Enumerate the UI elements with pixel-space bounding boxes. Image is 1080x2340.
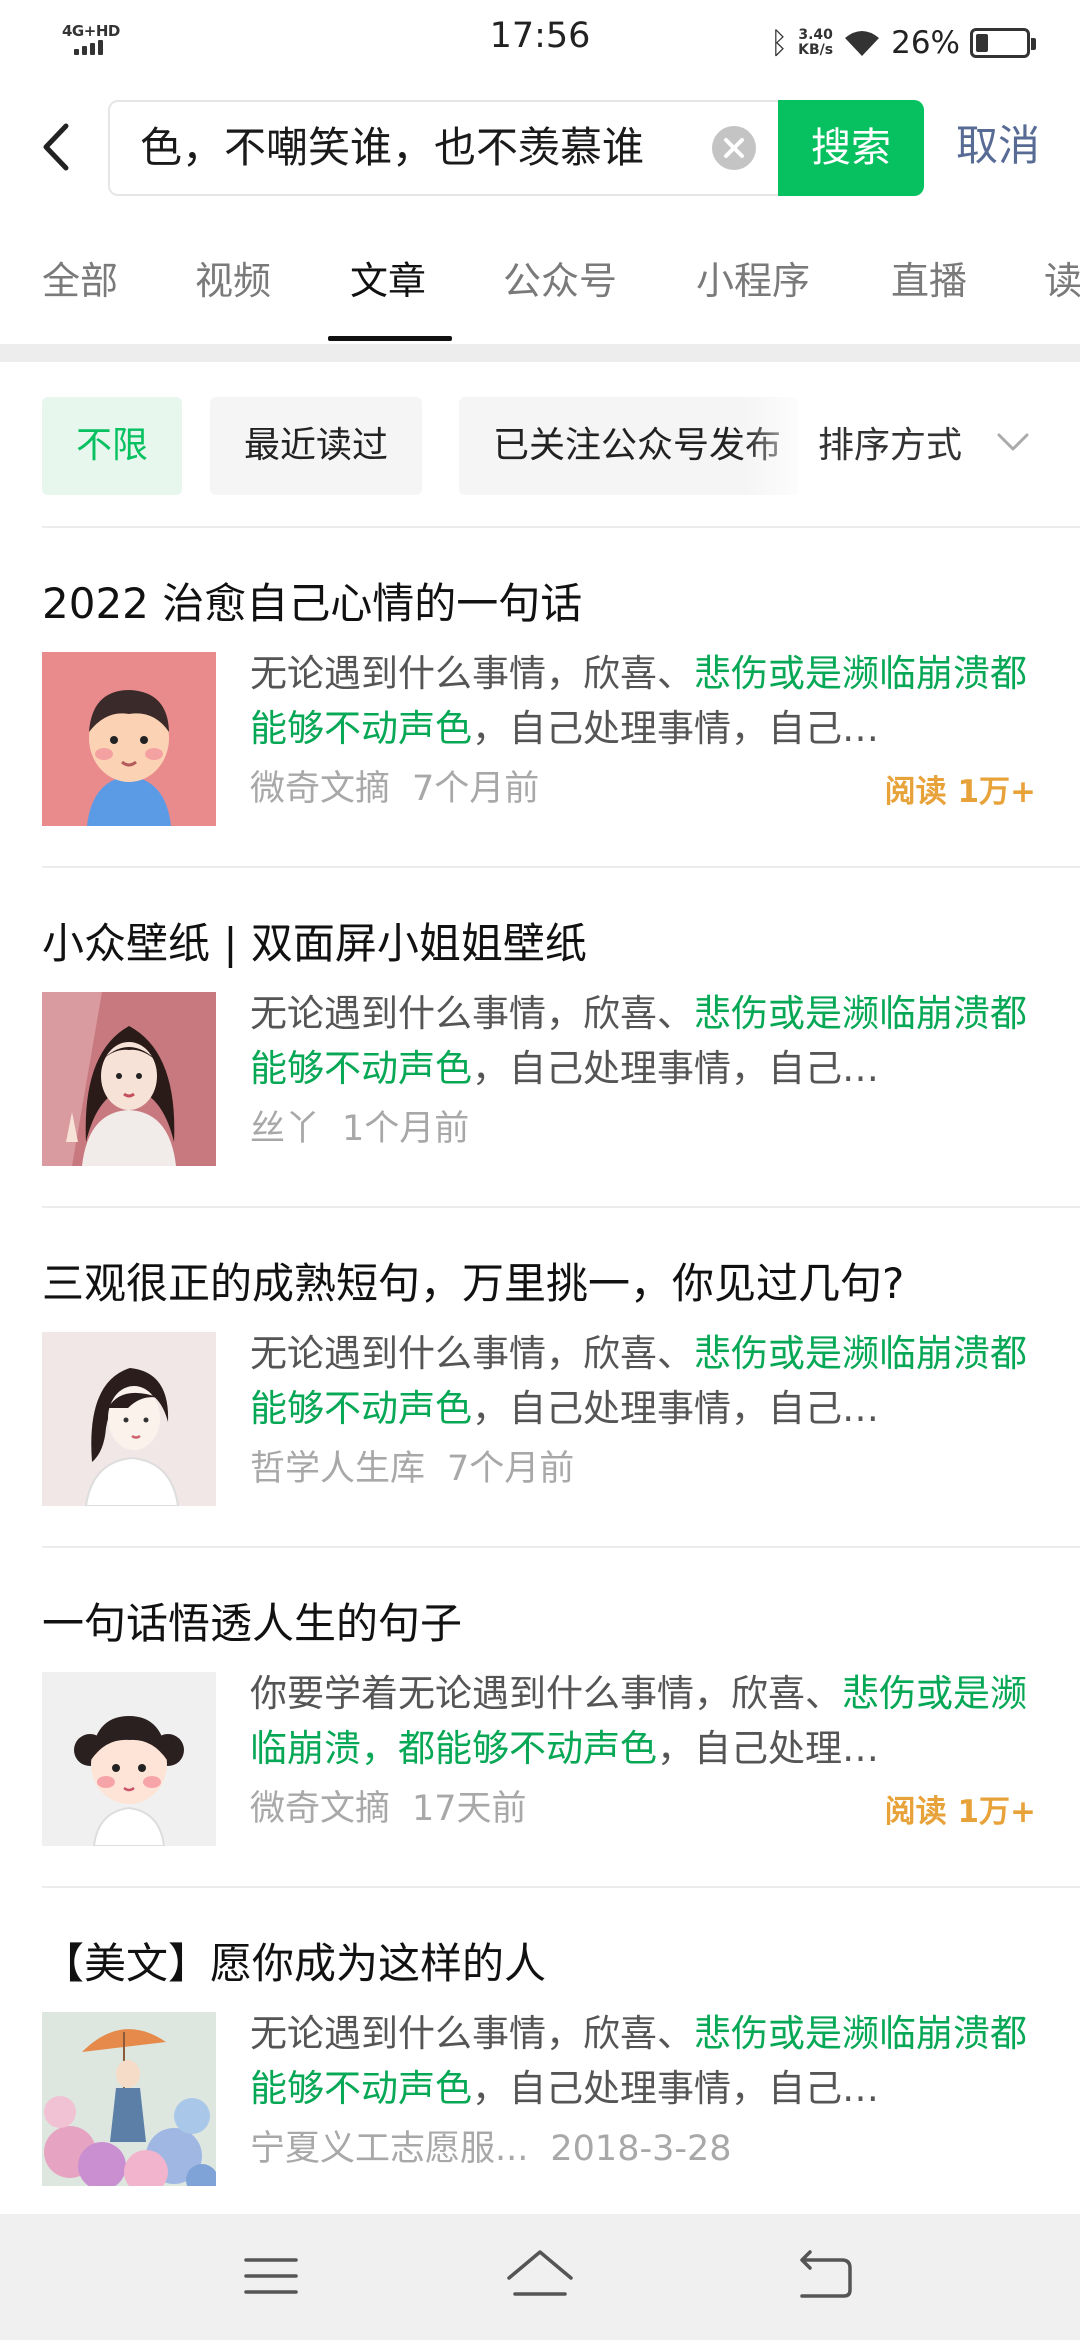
active-tab-indicator [328,336,452,341]
article-date: 2018-3-28 [550,2129,732,2169]
article-title[interactable]: 2022 治愈自己心情的一句话 [42,570,582,631]
home-icon[interactable] [495,2238,585,2314]
article-title[interactable]: 小众壁纸 | 双面屏小姐姐壁纸 [42,910,587,971]
tab-mini-programs[interactable]: 小程序 [696,250,810,305]
result-item[interactable]: 【美文】愿你成为这样的人 无论遇到什么事情，欣喜、悲伤或是濒临崩溃都能够不动声色… [0,1888,1080,2228]
article-thumbnail[interactable] [42,1332,216,1506]
snippet-text: ，自己处理事情，自己… [472,1387,879,1430]
article-date: 7个月前 [412,769,540,809]
close-circle-icon[interactable] [712,126,756,170]
article-thumbnail[interactable] [42,2012,216,2186]
article-thumbnail[interactable] [42,992,216,1166]
snippet-text: 无论遇到什么事情，欣喜、 [250,1332,694,1375]
article-meta: 丝丫 1个月前 [250,1100,469,1151]
menu-icon[interactable] [226,2238,316,2314]
speed-value: 3.40 [798,27,833,43]
snippet-text: 无论遇到什么事情，欣喜、 [250,992,694,1035]
cancel-button[interactable]: 取消 [956,98,1040,194]
wifi-icon [845,31,880,56]
sort-dropdown[interactable]: 排序方式 [814,397,1080,495]
tab-read[interactable]: 读 [1044,250,1080,305]
filter-chip-recently-read[interactable]: 最近读过 [210,397,423,495]
result-item[interactable]: 2022 治愈自己心情的一句话 无论遇到什么事情，欣喜、悲伤或是濒临崩溃都能够不… [0,528,1080,868]
article-meta: 微奇文摘 7个月前 [250,760,539,811]
system-navigation-bar [0,2214,1080,2340]
search-row: 色，不嘲笑谁，也不羡慕谁 搜索 取消 [0,98,1080,200]
sort-label: 排序方式 [818,425,963,466]
article-title[interactable]: 【美文】愿你成为这样的人 [42,1930,546,1991]
tab-all[interactable]: 全部 [42,250,118,305]
network-speed: 3.40 KB/s [798,28,833,58]
status-bar: 4G+HD 17:56 ᛒ 3.40 KB/s 26% [0,0,1080,84]
search-input[interactable]: 色，不嘲笑谁，也不羡慕谁 [140,102,710,194]
article-meta: 微奇文摘 17天前 [250,1780,527,1831]
tab-video[interactable]: 视频 [195,250,271,305]
article-date: 17天前 [412,1789,527,1829]
result-item[interactable]: 三观很正的成熟短句，万里挑一，你见过几句? 无论遇到什么事情，欣喜、悲伤或是濒临… [0,1208,1080,1548]
article-thumbnail[interactable] [42,652,216,826]
search-box[interactable]: 色，不嘲笑谁，也不羡慕谁 搜索 [108,100,924,196]
article-source[interactable]: 微奇文摘 [250,1789,390,1829]
snippet-text: 无论遇到什么事情，欣喜、 [250,2012,694,2055]
article-snippet: 无论遇到什么事情，欣喜、悲伤或是濒临崩溃都能够不动声色，自己处理事情，自己… [250,986,1030,1096]
article-date: 1个月前 [342,1109,470,1149]
snippet-text: 无论遇到什么事情，欣喜、 [250,652,694,695]
result-list: 2022 治愈自己心情的一句话 无论遇到什么事情，欣喜、悲伤或是濒临崩溃都能够不… [0,528,1080,2228]
read-count: 阅读 1万+ [884,774,1036,810]
filter-bar: 不限 最近读过 已关注公众号发布 排序方式 [0,362,1080,526]
article-meta: 宁夏义工志愿服... 2018-3-28 [250,2120,732,2171]
tab-live[interactable]: 直播 [891,250,967,305]
tab-articles[interactable]: 文章 [350,250,426,305]
battery-icon [970,28,1036,58]
article-date: 7个月前 [447,1449,575,1489]
result-item[interactable]: 一句话悟透人生的句子 你要学着无论遇到什么事情，欣喜、悲伤或是濒临崩溃，都能够不… [0,1548,1080,1888]
section-divider [0,344,1080,362]
speed-unit: KB/s [798,42,834,58]
article-source[interactable]: 宁夏义工志愿服... [250,2129,528,2169]
snippet-text: ，自己处理… [657,1727,879,1770]
article-snippet: 无论遇到什么事情，欣喜、悲伤或是濒临崩溃都能够不动声色，自己处理事情，自己… [250,646,1030,756]
tab-official-accounts[interactable]: 公众号 [503,250,617,305]
battery-percent: 26% [891,25,960,61]
snippet-text: 你要学着无论遇到什么事情，欣喜、 [250,1672,842,1715]
snippet-text: ，自己处理事情，自己… [472,2067,879,2110]
filter-chip-any[interactable]: 不限 [42,397,183,495]
read-count: 阅读 1万+ [884,1794,1036,1830]
article-meta: 哲学人生库 7个月前 [250,1440,574,1491]
article-thumbnail[interactable] [42,1672,216,1846]
search-button[interactable]: 搜索 [778,100,924,196]
article-source[interactable]: 丝丫 [250,1109,320,1149]
chevron-down-icon [997,433,1029,451]
chip-fade [744,397,814,495]
article-snippet: 你要学着无论遇到什么事情，欣喜、悲伤或是濒临崩溃，都能够不动声色，自己处理… [250,1666,1030,1776]
snippet-text: ，自己处理事情，自己… [472,1047,879,1090]
article-source[interactable]: 哲学人生库 [250,1449,425,1489]
back-arrow-icon[interactable] [778,2238,868,2314]
back-icon[interactable] [26,112,90,182]
bluetooth-icon: ᛒ [770,25,789,61]
article-title[interactable]: 三观很正的成熟短句，万里挑一，你见过几句? [42,1250,904,1311]
snippet-text: ，自己处理事情，自己… [472,707,879,750]
article-source[interactable]: 微奇文摘 [250,769,390,809]
article-title[interactable]: 一句话悟透人生的句子 [42,1590,462,1651]
tab-bar: 全部 视频 文章 公众号 小程序 直播 读 [0,230,1080,342]
article-snippet: 无论遇到什么事情，欣喜、悲伤或是濒临崩溃都能够不动声色，自己处理事情，自己… [250,2006,1030,2116]
article-snippet: 无论遇到什么事情，欣喜、悲伤或是濒临崩溃都能够不动声色，自己处理事情，自己… [250,1326,1030,1436]
result-item[interactable]: 小众壁纸 | 双面屏小姐姐壁纸 无论遇到什么事情，欣喜、悲伤或是濒临崩溃都能够不… [0,868,1080,1208]
